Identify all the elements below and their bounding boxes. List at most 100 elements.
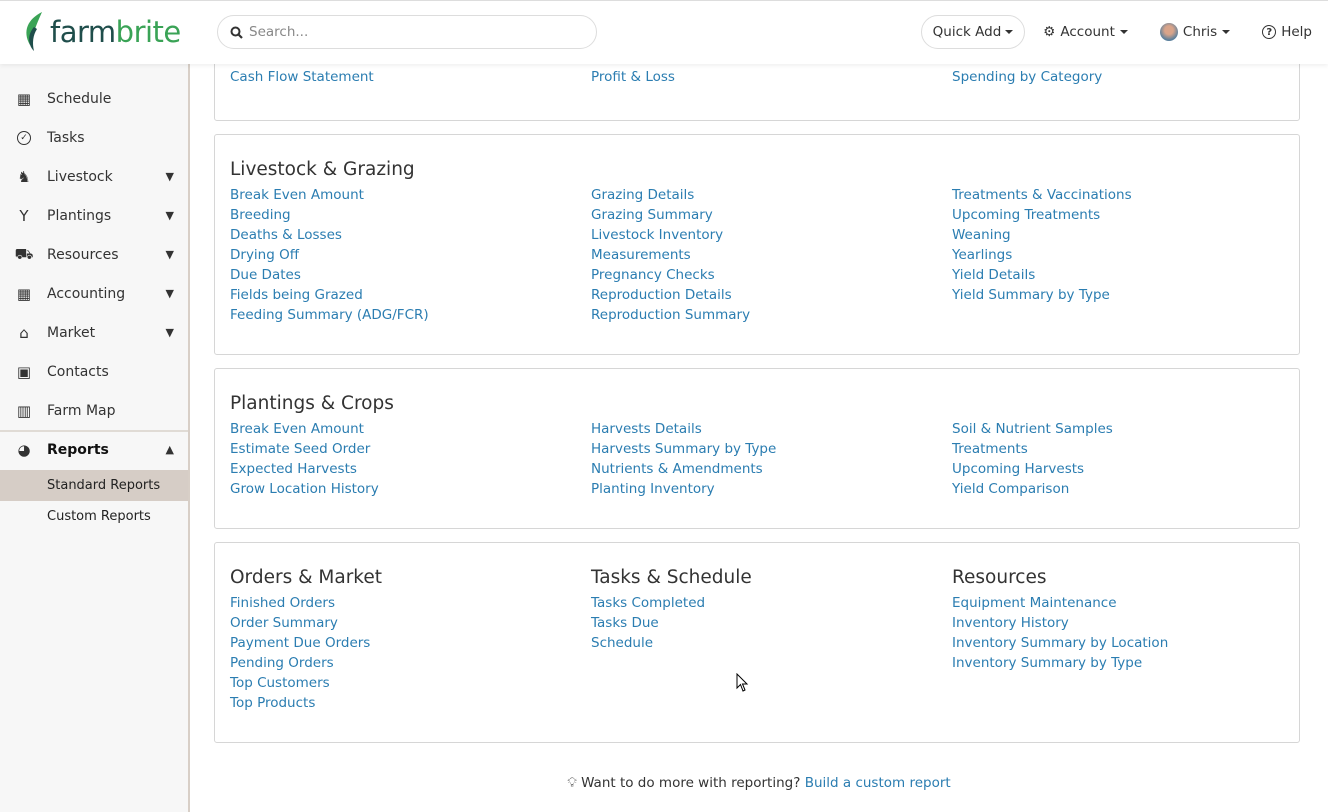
sidebar-item-livestock[interactable]: ♞ Livestock ▼ <box>0 157 188 196</box>
report-link[interactable]: Grazing Summary <box>591 205 941 225</box>
report-column: Resources Equipment Maintenance Inventory … <box>952 563 1302 673</box>
report-card: Livestock & Grazing Break Even Amount Bree… <box>214 134 1300 355</box>
sidebar-item-market[interactable]: ⌂ Market ▼ <box>0 313 188 352</box>
report-link[interactable]: Finished Orders <box>230 593 580 613</box>
search-icon <box>230 26 243 39</box>
user-menu[interactable]: Chris <box>1159 23 1231 41</box>
report-link[interactable]: Pending Orders <box>230 653 580 673</box>
calendar-icon: ▦ <box>16 89 32 108</box>
report-column: Plantings & Crops Break Even Amount Estima… <box>230 389 580 499</box>
report-link[interactable]: Fields being Grazed <box>230 285 580 305</box>
report-link[interactable]: Break Even Amount <box>230 185 580 205</box>
report-column: Grazing Details Grazing Summary Livestock … <box>591 155 941 325</box>
report-link[interactable]: Upcoming Harvests <box>952 459 1302 479</box>
report-link[interactable]: Pregnancy Checks <box>591 265 941 285</box>
report-link[interactable]: Weaning <box>952 225 1302 245</box>
footer-prompt: 💡︎ Want to do more with reporting? Build… <box>567 775 951 791</box>
mouse-cursor-icon <box>736 673 749 692</box>
check-circle-icon: ✓ <box>15 129 33 147</box>
report-link[interactable]: Yield Summary by Type <box>952 285 1302 305</box>
report-link[interactable]: Cash Flow Statement <box>230 67 580 87</box>
lightbulb-icon: 💡︎ <box>567 775 577 791</box>
report-link[interactable]: Feeding Summary (ADG/FCR) <box>230 305 580 325</box>
report-link[interactable]: Measurements <box>591 245 941 265</box>
report-link[interactable]: Nutrients & Amendments <box>591 459 941 479</box>
report-link[interactable]: Treatments & Vaccinations <box>952 185 1302 205</box>
report-link[interactable]: Reproduction Details <box>591 285 941 305</box>
report-link[interactable]: Drying Off <box>230 245 580 265</box>
sidebar-item-tasks[interactable]: ✓ Tasks <box>0 118 188 157</box>
report-link[interactable]: Yearlings <box>952 245 1302 265</box>
sidebar-item-resources[interactable]: ⛟ Resources ▼ <box>0 235 188 274</box>
report-link[interactable]: Yield Comparison <box>952 479 1302 499</box>
sidebar-item-reports[interactable]: ◕ Reports ▲ <box>0 430 188 469</box>
section-title <box>952 155 1302 185</box>
report-link[interactable]: Top Customers <box>230 673 580 693</box>
report-link[interactable]: Planting Inventory <box>591 479 941 499</box>
caret-down-icon <box>1119 30 1128 34</box>
report-link[interactable]: Order Summary <box>230 613 580 633</box>
farmbrite-logo[interactable]: farmbrite <box>22 11 181 53</box>
address-book-icon: ▣ <box>16 362 32 381</box>
sidebar-item-accounting[interactable]: ▦ Accounting ▼ <box>0 274 188 313</box>
report-card: Orders & Market Finished Orders Order Summ… <box>214 542 1300 743</box>
report-link[interactable]: Inventory History <box>952 613 1302 633</box>
report-link[interactable]: Inventory Summary by Location <box>952 633 1302 653</box>
build-custom-report-link[interactable]: Build a custom report <box>805 775 951 791</box>
section-title: Resources <box>952 567 1047 588</box>
quick-add-button[interactable]: Quick Add <box>920 15 1026 49</box>
sidebar-item-contacts[interactable]: ▣ Contacts <box>0 352 188 391</box>
report-link[interactable]: Soil & Nutrient Samples <box>952 419 1302 439</box>
report-link[interactable]: Profit & Loss <box>591 67 941 87</box>
horse-icon: ♞ <box>17 167 31 186</box>
chevron-down-icon: ▼ <box>165 170 174 183</box>
leaf-logo-icon <box>26 12 42 51</box>
report-link[interactable]: Harvests Summary by Type <box>591 439 941 459</box>
question-circle-icon: ? <box>1262 25 1277 39</box>
section-title <box>591 155 941 185</box>
section-title <box>591 389 941 419</box>
section-title: Tasks & Schedule <box>591 567 752 588</box>
search-input[interactable] <box>249 24 579 40</box>
report-column: Soil & Nutrient Samples Treatments Upcomin… <box>952 389 1302 499</box>
report-link[interactable]: Estimate Seed Order <box>230 439 580 459</box>
report-link[interactable]: Yield Details <box>952 265 1302 285</box>
report-link[interactable]: Breeding <box>230 205 580 225</box>
report-link[interactable]: Tasks Completed <box>591 593 941 613</box>
report-link[interactable]: Treatments <box>952 439 1302 459</box>
seedling-icon: Y <box>19 206 29 225</box>
report-link[interactable]: Top Products <box>230 693 580 713</box>
search-box[interactable] <box>217 15 597 49</box>
report-column: Livestock & Grazing Break Even Amount Bree… <box>230 155 580 325</box>
report-link[interactable]: Equipment Maintenance <box>952 593 1302 613</box>
report-link[interactable]: Livestock Inventory <box>591 225 941 245</box>
report-link[interactable]: Due Dates <box>230 265 580 285</box>
report-link[interactable]: Grow Location History <box>230 479 580 499</box>
gear-icon: ⚙ <box>1043 24 1056 40</box>
report-card: Plantings & Crops Break Even Amount Estima… <box>214 368 1300 529</box>
report-link[interactable]: Payment Due Orders <box>230 633 580 653</box>
sidebar-item-farm-map[interactable]: ▥ Farm Map <box>0 391 188 430</box>
help-link[interactable]: ? Help <box>1262 24 1312 40</box>
chevron-up-icon: ▲ <box>165 443 174 456</box>
sidebar-subitem-standard-reports[interactable]: Standard Reports <box>0 470 188 501</box>
caret-down-icon <box>1005 30 1014 34</box>
sidebar-item-schedule[interactable]: ▦ Schedule <box>0 79 188 118</box>
report-link[interactable]: Break Even Amount <box>230 419 580 439</box>
report-link[interactable]: Spending by Category <box>952 67 1302 87</box>
report-link[interactable]: Expected Harvests <box>230 459 580 479</box>
report-link[interactable]: Deaths & Losses <box>230 225 580 245</box>
report-link[interactable]: Grazing Details <box>591 185 941 205</box>
report-column: Tasks & Schedule Tasks Completed Tasks Due… <box>591 563 941 653</box>
report-link[interactable]: Schedule <box>591 633 941 653</box>
report-column: Orders & Market Finished Orders Order Summ… <box>230 563 580 713</box>
sidebar-subitem-custom-reports[interactable]: Custom Reports <box>0 501 188 532</box>
report-link[interactable]: Upcoming Treatments <box>952 205 1302 225</box>
report-link[interactable]: Harvests Details <box>591 419 941 439</box>
account-menu[interactable]: ⚙ Account <box>1043 24 1128 40</box>
report-link[interactable]: Inventory Summary by Type <box>952 653 1302 673</box>
report-link[interactable]: Tasks Due <box>591 613 941 633</box>
report-column: Harvests Details Harvests Summary by Type… <box>591 389 941 499</box>
report-link[interactable]: Reproduction Summary <box>591 305 941 325</box>
sidebar-item-plantings[interactable]: Y Plantings ▼ <box>0 196 188 235</box>
